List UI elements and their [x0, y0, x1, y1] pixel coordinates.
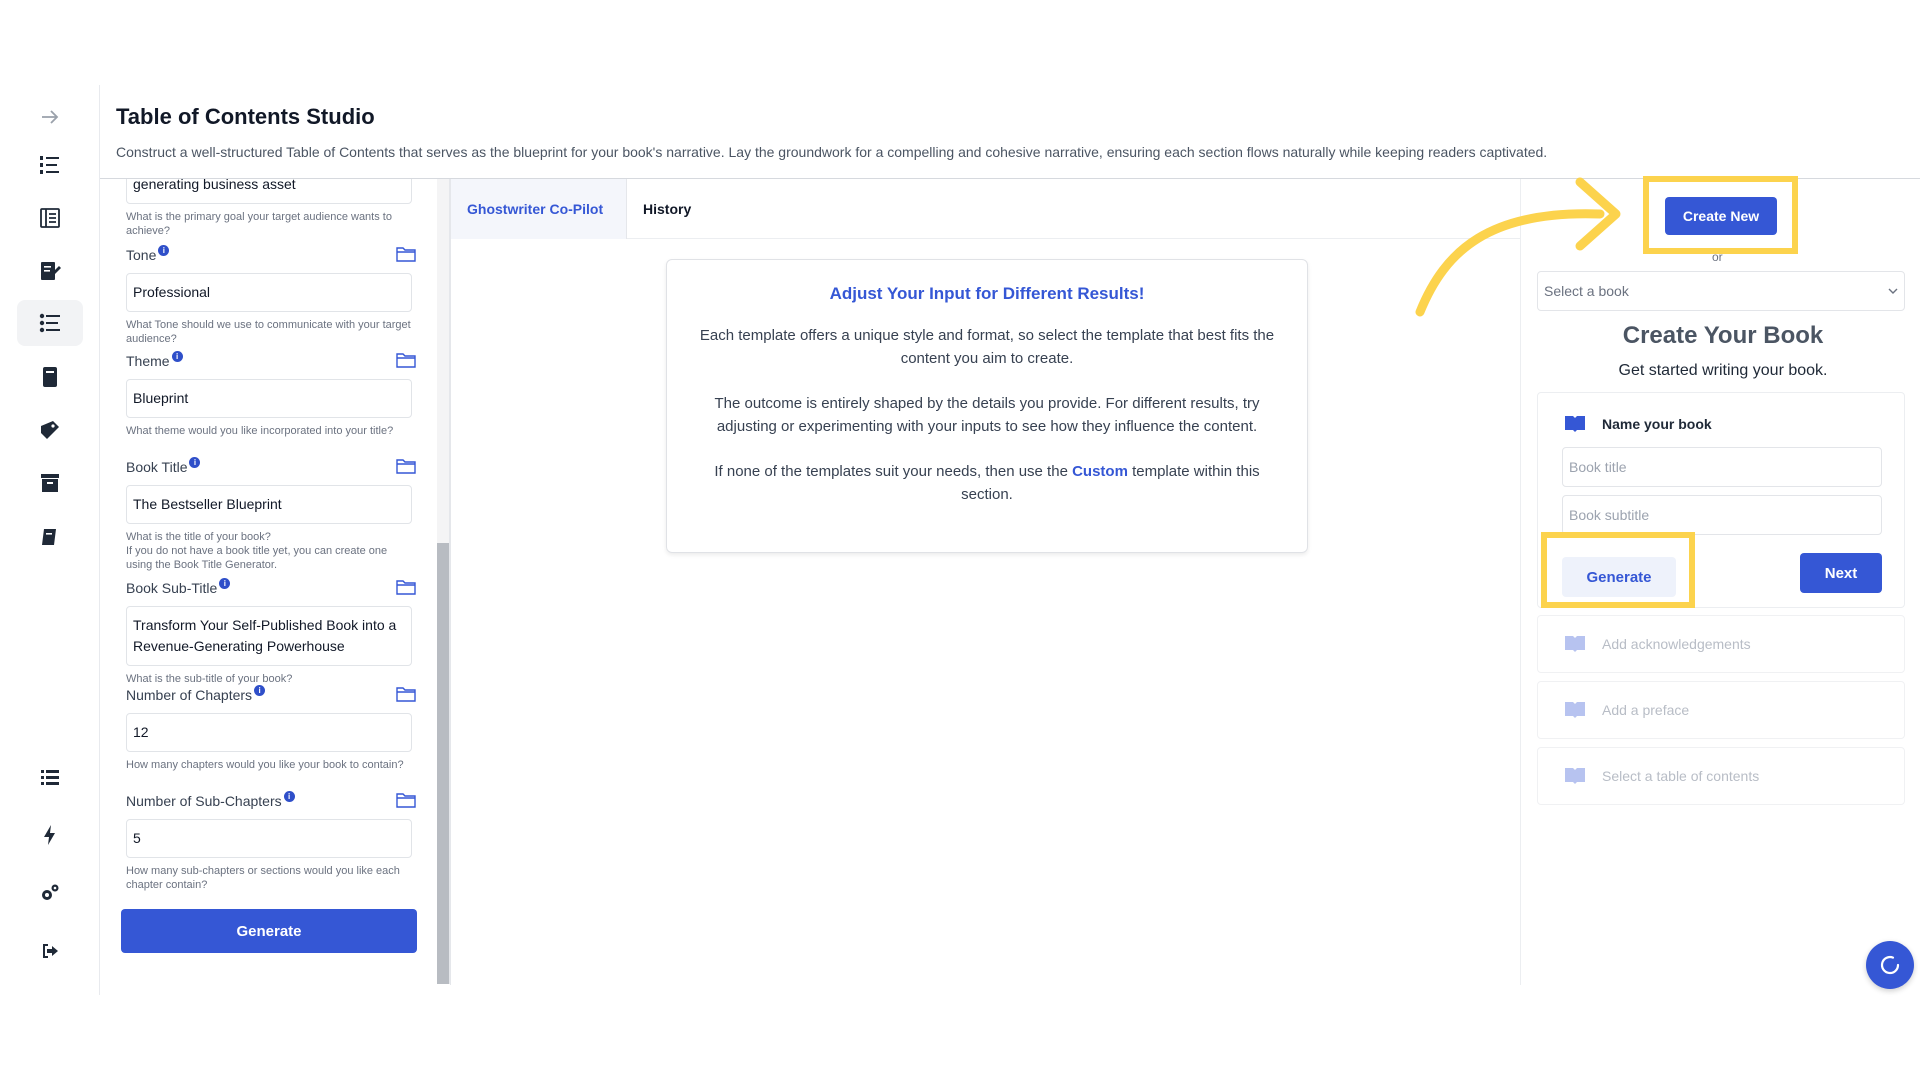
book-icon: [1565, 768, 1585, 784]
info-icon[interactable]: i: [189, 457, 201, 468]
goal-input[interactable]: generating business asset: [126, 179, 412, 204]
field-sub-chapters: Number of Sub-Chapters i 5 How many sub-c…: [126, 791, 416, 892]
book-stack-icon[interactable]: [30, 357, 70, 397]
book-tag-icon[interactable]: [30, 410, 70, 450]
book-title-field[interactable]: Book title: [1562, 447, 1882, 487]
info-icon[interactable]: i: [254, 685, 266, 696]
book-title-help: What is the title of your book?: [126, 531, 271, 543]
create-your-book-title: Create Your Book: [1622, 322, 1824, 349]
sub-chapters-help: How many sub-chapters or sections would …: [126, 865, 400, 891]
chapters-input[interactable]: 12: [126, 713, 412, 752]
icon-rail: [0, 85, 100, 995]
create-new-button[interactable]: Create New: [1665, 197, 1777, 235]
info-card-paragraph-3: If none of the templates suit your needs…: [714, 463, 1260, 503]
book-subtitle-field[interactable]: Book subtitle: [1562, 495, 1882, 535]
arrow-right-icon[interactable]: [30, 97, 70, 137]
book-title-label: Book Title i: [126, 457, 414, 479]
field-book-title: Book Title i The Bestseller Blueprint Wha…: [126, 457, 416, 572]
info-icon[interactable]: i: [171, 351, 183, 362]
folder-icon[interactable]: [396, 578, 416, 596]
book-icon: [1565, 416, 1585, 432]
info-icon[interactable]: i: [283, 791, 295, 802]
tab-ghostwriter-copilot[interactable]: Ghostwriter Co-Pilot: [451, 179, 627, 239]
info-icon[interactable]: i: [158, 245, 170, 256]
gears-icon[interactable]: [30, 873, 70, 913]
step-header: Name your book: [1564, 415, 1712, 433]
theme-label: Theme i: [126, 351, 414, 373]
panel-divider: [450, 179, 451, 985]
chapters-label: Number of Chapters i: [126, 685, 414, 707]
info-card-paragraph-1: Each template offers a unique style and …: [699, 327, 1275, 367]
next-button[interactable]: Next: [1800, 553, 1882, 593]
select-book-dropdown[interactable]: Select a book: [1537, 271, 1905, 311]
chapters-help: How many chapters would you like your bo…: [126, 759, 404, 771]
book-title-help-2: If you do not have a book title yet, you…: [126, 545, 388, 571]
generate-highlight: [1541, 532, 1695, 608]
or-separator: or: [1712, 250, 1723, 264]
logout-icon[interactable]: [30, 931, 70, 971]
tone-label: Tone i: [126, 245, 414, 267]
tone-help: What Tone should we use to communicate w…: [126, 319, 411, 345]
create-your-book-subtitle: Get started writing your book.: [1618, 362, 1828, 379]
select-book-placeholder: Select a book: [1544, 283, 1629, 299]
folder-icon[interactable]: [396, 685, 416, 703]
scrollbar-thumb[interactable]: [437, 543, 449, 984]
book-title-input[interactable]: The Bestseller Blueprint: [126, 485, 412, 524]
book-subtitle-label: Book Sub-Title i: [126, 578, 414, 600]
info-card-paragraph-2: The outcome is entirely shaped by the de…: [714, 395, 1260, 435]
tone-input[interactable]: Professional: [126, 273, 412, 312]
theme-input[interactable]: Blueprint: [126, 379, 412, 418]
folder-icon[interactable]: [396, 791, 416, 809]
book-icon: [1565, 636, 1585, 652]
page-description: Construct a well-structured Table of Con…: [116, 144, 1548, 160]
custom-template-link[interactable]: Custom: [1072, 463, 1128, 480]
folder-icon[interactable]: [396, 457, 416, 475]
tab-bar: Ghostwriter Co-Pilot History: [451, 179, 1521, 239]
step-add-acknowledgements[interactable]: Add acknowledgements: [1537, 615, 1905, 673]
field-book-subtitle: Book Sub-Title i Transform Your Self-Publ…: [126, 578, 416, 686]
help-widget-button[interactable]: [1866, 941, 1914, 989]
info-icon[interactable]: i: [219, 578, 231, 589]
tab-history[interactable]: History: [627, 179, 707, 239]
generate-button[interactable]: Generate: [121, 909, 417, 953]
numbered-list-icon[interactable]: [30, 145, 70, 185]
bolt-icon[interactable]: [30, 815, 70, 855]
sub-chapters-input[interactable]: 5: [126, 819, 412, 858]
book-closed-icon[interactable]: [30, 517, 70, 557]
theme-help: What theme would you like incorporated i…: [126, 425, 394, 437]
pen-note-icon[interactable]: [30, 251, 70, 291]
list-icon[interactable]: [30, 757, 70, 797]
folder-icon[interactable]: [396, 351, 416, 369]
book-icon: [1565, 702, 1585, 718]
step-add-preface[interactable]: Add a preface: [1537, 681, 1905, 739]
sub-chapters-label: Number of Sub-Chapters i: [126, 791, 414, 813]
page-title: Table of Contents Studio: [116, 104, 375, 129]
form-panel: generating business asset What is the pr…: [100, 179, 450, 984]
book-subtitle-help: What is the sub-title of your book?: [126, 673, 293, 685]
info-card: Adjust Your Input for Different Results!…: [666, 259, 1308, 553]
spinner-icon: [1880, 955, 1900, 975]
folder-icon[interactable]: [396, 245, 416, 263]
info-card-title: Adjust Your Input for Different Results!: [829, 284, 1145, 303]
field-theme: Theme i Blueprint What theme would you li…: [126, 351, 416, 438]
field-tone: Tone i Professional What Tone should we u…: [126, 245, 416, 346]
field-goal: generating business asset What is the pr…: [126, 179, 414, 238]
book-subtitle-input[interactable]: Transform Your Self-Published Book into …: [126, 606, 412, 666]
chevron-down-icon: [1888, 288, 1898, 294]
goal-help: What is the primary goal your target aud…: [126, 211, 392, 237]
book-open-icon[interactable]: [30, 198, 70, 238]
archive-icon[interactable]: [30, 463, 70, 503]
toc-list-icon[interactable]: [17, 300, 83, 346]
field-chapters: Number of Chapters i 12 How many chapters…: [126, 685, 416, 772]
step-select-toc[interactable]: Select a table of contents: [1537, 747, 1905, 805]
